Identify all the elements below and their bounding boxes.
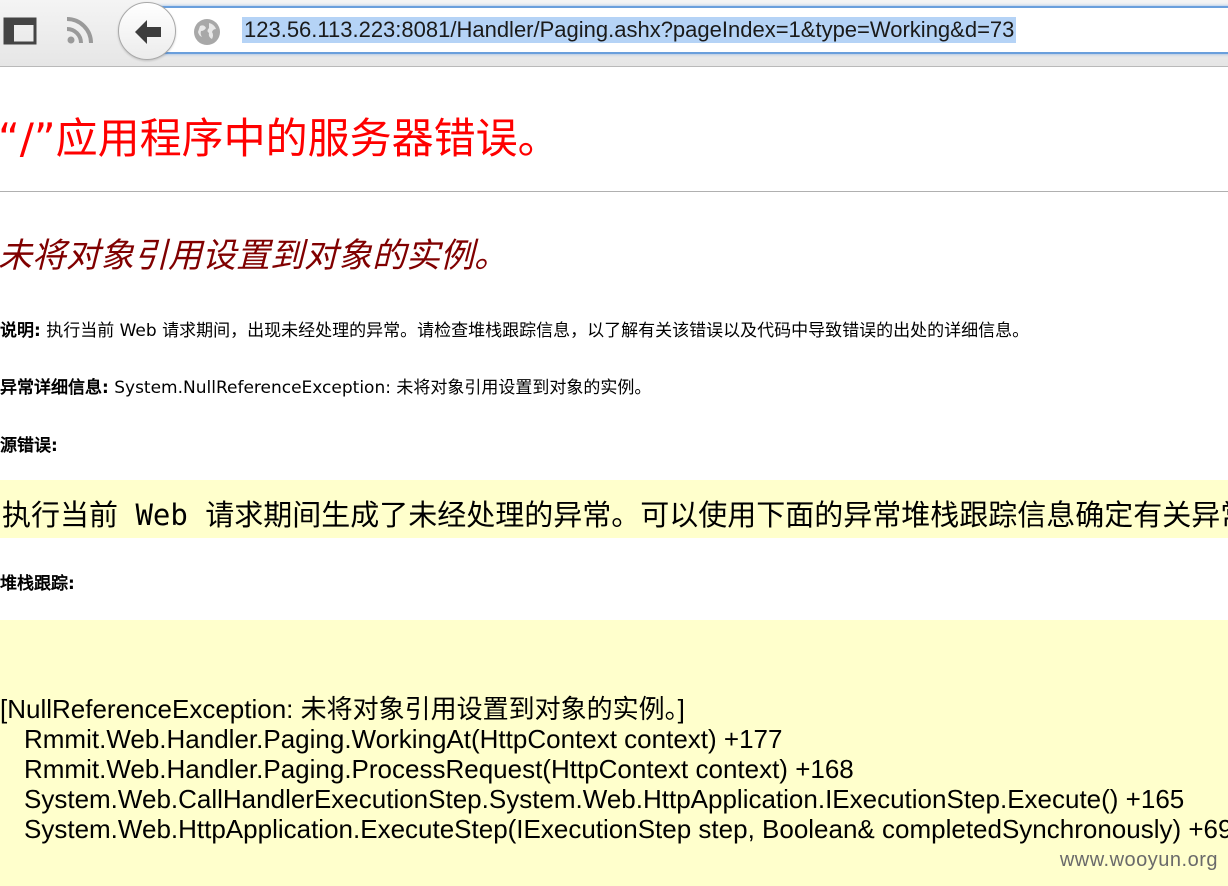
stack-trace-frame: System.Web.HttpApplication.ExecuteStep(I… bbox=[24, 814, 1228, 844]
exception-text: System.NullReferenceException: 未将对象引用设置到… bbox=[108, 378, 652, 398]
globe-icon bbox=[192, 17, 222, 52]
stack-trace-header: [NullReferenceException: 未将对象引用设置到对象的实例。… bbox=[0, 694, 685, 724]
error-page: “/”应用程序中的服务器错误。 未将对象引用设置到对象的实例。 说明: 执行当前… bbox=[0, 67, 1228, 886]
description-label: 说明: bbox=[0, 321, 41, 341]
exception-details-line: 异常详细信息: System.NullReferenceException: 未… bbox=[0, 373, 651, 398]
source-error-label: 源错误: bbox=[0, 436, 58, 456]
exception-label: 异常详细信息: bbox=[0, 378, 109, 398]
source-error-text: 执行当前 Web 请求期间生成了未经处理的异常。可以使用下面的异常堆栈跟踪信息确… bbox=[2, 498, 1228, 532]
source-error-line: 源错误: bbox=[0, 431, 58, 456]
stack-trace-line: 堆栈跟踪: bbox=[0, 569, 75, 594]
url-text[interactable]: 123.56.113.223:8081/Handler/Paging.ashx?… bbox=[242, 17, 1017, 43]
description-text: 执行当前 Web 请求期间，出现未经处理的异常。请检查堆栈跟踪信息，以了解有关该… bbox=[40, 321, 1030, 341]
sidebar-icon[interactable] bbox=[2, 12, 38, 48]
back-arrow-icon bbox=[135, 20, 161, 44]
back-button[interactable] bbox=[118, 2, 176, 60]
stack-trace-label: 堆栈跟踪: bbox=[0, 574, 75, 594]
stack-trace-frame: Rmmit.Web.Handler.Paging.WorkingAt(HttpC… bbox=[24, 724, 783, 754]
browser-toolbar: 123.56.113.223:8081/Handler/Paging.ashx?… bbox=[0, 0, 1228, 67]
page-title: “/”应用程序中的服务器错误。 bbox=[0, 114, 560, 163]
source-error-box: 执行当前 Web 请求期间生成了未经处理的异常。可以使用下面的异常堆栈跟踪信息确… bbox=[0, 480, 1228, 538]
description-line: 说明: 执行当前 Web 请求期间，出现未经处理的异常。请检查堆栈跟踪信息，以了… bbox=[0, 316, 1029, 341]
error-title: 未将对象引用设置到对象的实例。 bbox=[0, 236, 508, 276]
stack-trace-frame: Rmmit.Web.Handler.Paging.ProcessRequest(… bbox=[24, 754, 854, 784]
stack-trace-box: [NullReferenceException: 未将对象引用设置到对象的实例。… bbox=[0, 620, 1228, 886]
divider bbox=[0, 191, 1228, 192]
stack-trace-frame: System.Web.CallHandlerExecutionStep.Syst… bbox=[24, 784, 1185, 814]
watermark: www.wooyun.org bbox=[1059, 849, 1218, 871]
rss-icon[interactable] bbox=[62, 12, 98, 48]
address-bar[interactable]: 123.56.113.223:8081/Handler/Paging.ashx?… bbox=[150, 6, 1228, 54]
